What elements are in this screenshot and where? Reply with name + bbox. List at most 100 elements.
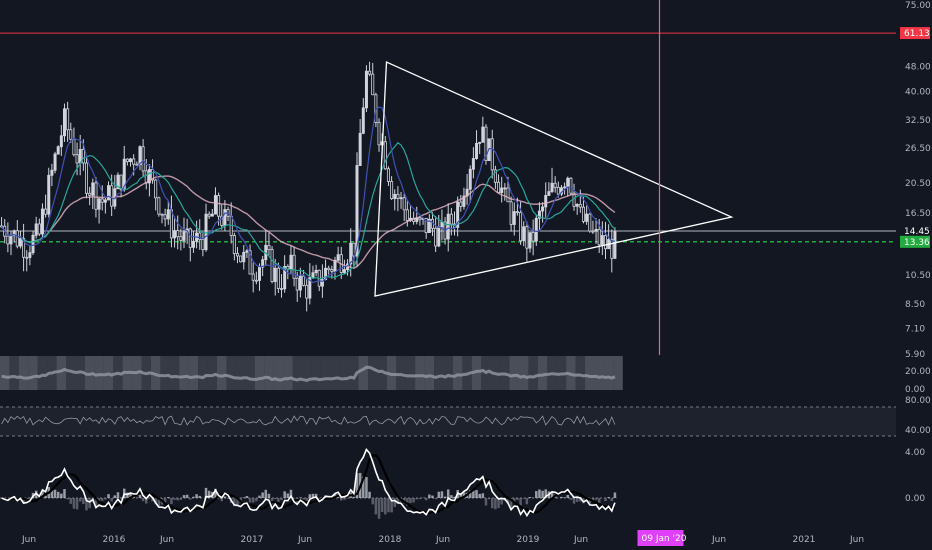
oscillator-histogram-bar (365, 477, 368, 498)
candle-body (28, 252, 32, 258)
candle (569, 177, 573, 196)
candle-body (141, 146, 145, 172)
indicator-1-band (94, 356, 104, 390)
candle-body (31, 234, 35, 254)
indicator-1-band (198, 356, 208, 390)
candle-body (176, 230, 180, 238)
oscillator-histogram-bar (53, 489, 57, 498)
candle-body (597, 229, 601, 246)
indicator-1-band (613, 356, 623, 390)
candle-body (254, 279, 258, 282)
candle-body (434, 227, 438, 247)
indicator-1-band (18, 356, 29, 390)
candle-body (509, 201, 513, 225)
indicator-1-band (585, 356, 595, 390)
time-tick-label: Jun (573, 535, 588, 545)
candle-body (25, 256, 29, 259)
candle-body (267, 244, 271, 250)
candle-body (100, 198, 104, 203)
indicator-1-band (415, 356, 425, 390)
candle-body (544, 195, 548, 208)
chart-canvas[interactable]: 75.00 48.00 40.00 32.50 26.50 20.50 16.50 10.50… (0, 0, 932, 550)
candle-body (405, 209, 409, 221)
indicator-1-band (339, 356, 350, 390)
indicator-1-band (188, 356, 199, 390)
oscillator-histogram-bar (189, 498, 192, 500)
oscillator-histogram-bar (192, 496, 195, 498)
oscillator-histogram-bar (217, 498, 220, 499)
indicator-1-band (528, 356, 538, 390)
oscillator-histogram-bar (575, 498, 579, 502)
time-tick-label: Jun (21, 535, 36, 545)
candle-body (352, 242, 356, 257)
oscillator-histogram-bar (198, 495, 201, 498)
indicator-pane-1[interactable] (0, 356, 623, 390)
oscillator-histogram-bar (283, 491, 286, 498)
candle-body (97, 198, 101, 210)
candle-body (490, 138, 494, 171)
candle-body (311, 272, 315, 278)
candle-body (550, 182, 554, 193)
oscillator-histogram-bar (450, 495, 453, 498)
oscillator-histogram-bar (182, 495, 186, 498)
price-tag-label: 61.13 (904, 29, 930, 39)
time-tick-label: 2016 (103, 535, 126, 545)
oscillator-histogram-bar (141, 498, 145, 502)
candle-body (522, 226, 526, 242)
oscillator-histogram-bar (280, 498, 283, 501)
candle-body (34, 223, 38, 236)
oscillator-histogram-bar (78, 498, 82, 502)
price-tag-label: 13.36 (904, 238, 930, 248)
oscillator-histogram-bar (273, 498, 277, 500)
candle-body (188, 228, 192, 248)
time-tick-label: Jun (711, 535, 726, 545)
oscillator-histogram-bar (424, 498, 428, 501)
indicator-1-band (358, 356, 369, 390)
price-tick-label: 40.00 (905, 87, 931, 97)
candle-body (129, 158, 133, 162)
candle-body (232, 235, 236, 254)
candle-body (553, 182, 557, 188)
oscillator-histogram-bar (107, 494, 110, 498)
candle-body (235, 253, 239, 257)
candle-body (336, 254, 340, 261)
oscillator-histogram-bar (82, 498, 85, 504)
oscillator-histogram-bar (104, 498, 107, 500)
candle-body (383, 141, 387, 170)
candle-body (371, 73, 375, 96)
oscillator-histogram-bar (440, 491, 444, 498)
candle-body (125, 158, 129, 162)
indicator-1-band (452, 356, 463, 390)
oscillator-histogram-bar (516, 498, 519, 501)
candle (56, 145, 60, 155)
oscillator-histogram-bar (541, 490, 544, 498)
price-tick-label: 32.50 (905, 116, 931, 126)
time-tick-label: 2017 (241, 535, 264, 545)
oscillator-histogram-bar (308, 494, 312, 498)
candle-body (66, 108, 70, 131)
candle (270, 246, 274, 284)
candle-body (191, 240, 195, 248)
candle-body (481, 126, 485, 143)
oscillator-histogram-bar (69, 498, 73, 504)
candle-body (503, 187, 507, 190)
candle-body (449, 213, 453, 225)
indicator-1-tick-label: 20.00 (905, 367, 931, 377)
candle-body (591, 230, 595, 233)
candle-body (500, 187, 504, 194)
candle (588, 212, 592, 233)
candle-body (314, 269, 318, 274)
indicator-1-band (603, 356, 614, 390)
candle-body (613, 231, 617, 259)
indicator-1-band (518, 356, 529, 390)
oscillator-histogram-bar (258, 495, 261, 498)
time-tick-label: 2019 (517, 535, 540, 545)
candle-body (251, 273, 255, 281)
oscillator-histogram-bar (387, 498, 390, 513)
candle-body (418, 217, 422, 220)
indicator-1-band (169, 356, 180, 390)
indicator-2-tick-label: 80.00 (905, 396, 931, 406)
indicator-pane-2[interactable] (0, 406, 896, 437)
oscillator-histogram-bar (66, 498, 69, 500)
oscillator-histogram-bar (267, 493, 271, 498)
